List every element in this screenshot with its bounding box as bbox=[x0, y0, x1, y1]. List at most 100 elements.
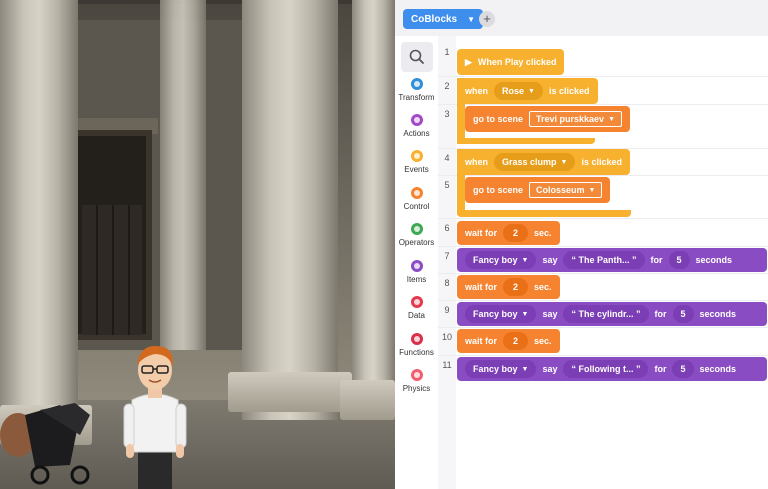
say-seconds-input[interactable]: 5 bbox=[668, 251, 690, 269]
chevron-down-icon: ▼ bbox=[560, 158, 568, 166]
say-text-input[interactable]: “ The Panth... ” bbox=[563, 251, 645, 269]
chevron-down-icon: ▼ bbox=[467, 14, 476, 24]
physics-icon bbox=[410, 369, 423, 381]
category-transform[interactable]: Transform bbox=[395, 78, 438, 102]
wait-seconds-input[interactable]: 2 bbox=[503, 278, 529, 296]
block-label: go to scene bbox=[473, 114, 524, 124]
category-functions[interactable]: Functions bbox=[395, 333, 438, 357]
category-label: Physics bbox=[402, 384, 431, 393]
category-events[interactable]: Events bbox=[395, 150, 438, 174]
line-number: 9 bbox=[444, 305, 450, 315]
block-label: sec. bbox=[534, 282, 552, 292]
wait-seconds-input[interactable]: 2 bbox=[503, 332, 529, 350]
line-number: 5 bbox=[444, 180, 450, 190]
line-separator bbox=[438, 273, 768, 274]
wait-block[interactable]: wait for 2 sec. bbox=[457, 329, 560, 353]
code-canvas[interactable]: 1 2 3 4 5 6 7 8 9 10 11 ▶ When Play clic… bbox=[438, 36, 768, 489]
line-number: 6 bbox=[444, 223, 450, 233]
say-text-input[interactable]: “ Following t... ” bbox=[563, 360, 649, 378]
line-number: 11 bbox=[442, 360, 452, 370]
when-rose-clicked-block[interactable]: when Rose ▼ is clicked bbox=[457, 78, 598, 104]
play-icon: ▶ bbox=[465, 56, 472, 67]
category-label: Transform bbox=[398, 93, 435, 102]
target-value: Grass clump bbox=[502, 157, 557, 167]
line-separator bbox=[438, 218, 768, 219]
fancy-boy-character[interactable] bbox=[120, 340, 190, 489]
add-tab-button[interactable]: + bbox=[479, 11, 495, 27]
line-number: 7 bbox=[444, 251, 450, 261]
block-label: seconds bbox=[699, 309, 737, 319]
say-seconds-input[interactable]: 5 bbox=[672, 305, 694, 323]
stroller-object[interactable] bbox=[0, 395, 100, 485]
block-label: when bbox=[465, 86, 489, 96]
column-base bbox=[228, 372, 352, 412]
wait-seconds-input[interactable]: 2 bbox=[503, 224, 529, 242]
line-number: 2 bbox=[444, 81, 450, 91]
say-block[interactable]: Fancy boy ▼ say “ The cylindr... ” for 5… bbox=[457, 302, 767, 326]
category-physics[interactable]: Physics bbox=[395, 369, 438, 393]
block-label: is clicked bbox=[548, 86, 590, 96]
say-seconds-input[interactable]: 5 bbox=[672, 360, 694, 378]
scene-dropdown[interactable]: Colosseum ▼ bbox=[529, 182, 603, 198]
search-button[interactable] bbox=[401, 42, 433, 72]
operators-icon bbox=[410, 223, 423, 235]
actions-icon bbox=[410, 114, 423, 126]
scene-dropdown[interactable]: Trevi purskkaev ▼ bbox=[529, 111, 622, 127]
when-grass-clump-clicked-block[interactable]: when Grass clump ▼ is clicked bbox=[457, 149, 631, 175]
category-data[interactable]: Data bbox=[395, 296, 438, 320]
chevron-down-icon: ▼ bbox=[608, 115, 615, 123]
when-block-foot bbox=[457, 210, 631, 217]
chevron-down-icon: ▼ bbox=[521, 365, 529, 373]
scene-preview[interactable] bbox=[0, 0, 395, 489]
category-label: Actions bbox=[403, 129, 430, 138]
target-dropdown[interactable]: Rose ▼ bbox=[494, 82, 543, 100]
actor-value: Fancy boy bbox=[473, 255, 518, 265]
line-number: 3 bbox=[444, 109, 450, 119]
block-label: for bbox=[654, 309, 667, 319]
target-dropdown[interactable]: Grass clump ▼ bbox=[494, 153, 576, 171]
wait-block[interactable]: wait for 2 sec. bbox=[457, 275, 560, 299]
when-play-clicked-block[interactable]: ▶ When Play clicked bbox=[457, 49, 565, 75]
category-label: Control bbox=[403, 202, 430, 211]
chevron-down-icon: ▼ bbox=[588, 186, 596, 194]
category-actions[interactable]: Actions bbox=[395, 114, 438, 138]
go-to-scene-block[interactable]: go to scene Trevi purskkaev ▼ bbox=[465, 106, 630, 132]
category-label: Items bbox=[406, 275, 427, 284]
category-control[interactable]: Control bbox=[395, 187, 438, 211]
tab-coblocks[interactable]: CoBlocks ▼ bbox=[403, 9, 484, 29]
wait-block[interactable]: wait for 2 sec. bbox=[457, 221, 560, 245]
block-label: When Play clicked bbox=[477, 57, 557, 67]
block-label: say bbox=[542, 255, 558, 265]
actor-dropdown[interactable]: Fancy boy ▼ bbox=[465, 305, 537, 323]
category-items[interactable]: Items bbox=[395, 260, 438, 284]
actor-dropdown[interactable]: Fancy boy ▼ bbox=[465, 251, 537, 269]
actor-value: Fancy boy bbox=[473, 309, 518, 319]
category-label: Operators bbox=[398, 238, 435, 247]
block-label: sec. bbox=[534, 228, 552, 238]
go-to-scene-block[interactable]: go to scene Colosseum ▼ bbox=[465, 177, 611, 203]
code-editor: CoBlocks ▼ + Transform Actions Events Co… bbox=[395, 0, 768, 489]
events-icon bbox=[410, 150, 423, 162]
column-base bbox=[340, 380, 395, 420]
scene-value: Colosseum bbox=[536, 185, 585, 195]
column bbox=[352, 0, 395, 420]
column bbox=[0, 0, 78, 420]
data-icon bbox=[410, 296, 423, 308]
block-label: when bbox=[465, 157, 489, 167]
say-block[interactable]: Fancy boy ▼ say “ Following t... ” for 5… bbox=[457, 357, 767, 381]
editor-toolbar: CoBlocks ▼ + bbox=[395, 0, 768, 36]
block-label: say bbox=[542, 309, 558, 319]
scene-value: Trevi purskkaev bbox=[536, 114, 605, 124]
door-panel bbox=[82, 205, 142, 335]
line-separator bbox=[438, 327, 768, 328]
column bbox=[242, 0, 338, 420]
say-text-input[interactable]: “ The cylindr... ” bbox=[563, 305, 649, 323]
control-icon bbox=[410, 187, 423, 199]
line-separator bbox=[438, 355, 768, 356]
category-label: Data bbox=[408, 311, 425, 320]
say-block[interactable]: Fancy boy ▼ say “ The Panth... ” for 5 s… bbox=[457, 248, 767, 272]
category-operators[interactable]: Operators bbox=[395, 223, 438, 247]
when-block-foot bbox=[457, 138, 595, 144]
chevron-down-icon: ▼ bbox=[528, 87, 535, 95]
actor-dropdown[interactable]: Fancy boy ▼ bbox=[465, 360, 537, 378]
